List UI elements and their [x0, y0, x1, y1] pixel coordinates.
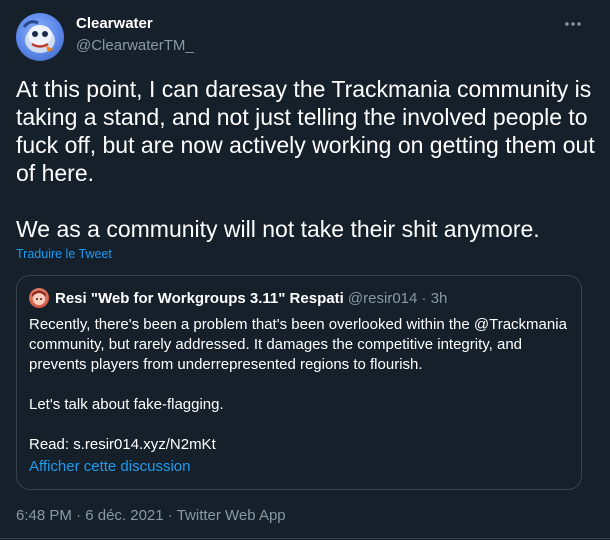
character-avatar-icon — [32, 290, 46, 305]
meta-separator: · — [167, 507, 173, 524]
translate-tweet-link[interactable]: Traduire le Tweet — [16, 247, 112, 261]
more-options-button[interactable] — [556, 12, 590, 36]
show-thread-link[interactable]: Afficher cette discussion — [29, 458, 190, 475]
more-horizontal-icon — [565, 22, 581, 26]
meta-separator: · — [76, 507, 82, 524]
tweet-text: At this point, I can daresay the Trackma… — [16, 76, 595, 242]
quoted-author-avatar — [29, 288, 49, 308]
bird-mascot-icon — [22, 20, 55, 53]
author-display-name[interactable]: Clearwater — [76, 15, 153, 32]
quoted-author-handle: @resir014 — [347, 290, 418, 307]
quoted-author-name: Resi "Web for Workgroups 3.11" Respati — [55, 290, 344, 307]
author-avatar[interactable] — [16, 13, 64, 61]
tweet-detail: Clearwater @ClearwaterTM_ At this point,… — [0, 0, 610, 540]
tweet-date[interactable]: 6 déc. 2021 — [85, 507, 163, 524]
quoted-timestamp: 3h — [430, 290, 448, 307]
quoted-tweet-header: Resi "Web for Workgroups 3.11" Respati @… — [55, 290, 447, 307]
quoted-tweet-card[interactable]: Resi "Web for Workgroups 3.11" Respati @… — [16, 275, 582, 490]
tweet-time[interactable]: 6:48 PM — [16, 507, 72, 524]
author-handle[interactable]: @ClearwaterTM_ — [76, 37, 194, 54]
divider — [0, 538, 610, 539]
quoted-separator: · — [421, 290, 427, 307]
tweet-source-app[interactable]: Twitter Web App — [177, 507, 286, 524]
tweet-metadata: 6:48 PM · 6 déc. 2021 · Twitter Web App — [16, 507, 286, 524]
quoted-tweet-text: Recently, there's been a problem that's … — [29, 316, 567, 453]
